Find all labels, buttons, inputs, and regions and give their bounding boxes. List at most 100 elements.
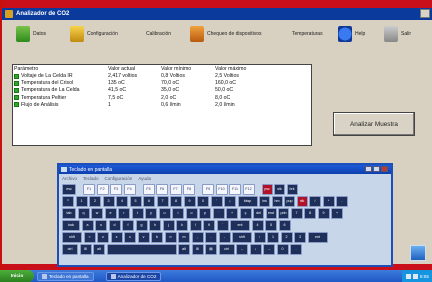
key[interactable]: →	[263, 244, 275, 255]
key[interactable]: 7	[156, 196, 169, 207]
taskbar-task[interactable]: Analizador de CO2	[105, 271, 162, 281]
key[interactable]: m	[178, 232, 190, 243]
key[interactable]: v	[137, 232, 150, 243]
key[interactable]: o	[185, 208, 198, 219]
key[interactable]: 0	[276, 244, 289, 255]
key[interactable]: 6	[278, 220, 291, 231]
key[interactable]: brk	[286, 184, 298, 195]
toolbar-datos-button[interactable]: Datos	[16, 24, 52, 44]
key[interactable]: 5	[265, 220, 277, 231]
key[interactable]: 6	[143, 196, 155, 207]
key[interactable]: 8	[170, 196, 182, 207]
key[interactable]: º	[62, 196, 74, 207]
key[interactable]: 2	[89, 196, 101, 207]
key[interactable]: shft	[232, 232, 252, 243]
key[interactable]: t	[131, 208, 144, 219]
key[interactable]: 8	[304, 208, 316, 219]
key[interactable]: F2	[96, 184, 109, 195]
key[interactable]: s	[95, 220, 107, 231]
key[interactable]: q	[77, 208, 90, 219]
key[interactable]: ⊞	[79, 244, 92, 255]
key[interactable]: 3	[294, 232, 306, 243]
key[interactable]: *	[322, 196, 335, 207]
key[interactable]: F3	[110, 184, 122, 195]
key[interactable]: 9	[317, 208, 330, 219]
key[interactable]: 5	[129, 196, 142, 207]
key[interactable]: F5	[142, 184, 155, 195]
key[interactable]: alt	[93, 244, 105, 255]
key[interactable]: shft	[62, 232, 82, 243]
key[interactable]: ▤	[205, 244, 217, 255]
key[interactable]: pup	[284, 196, 295, 207]
minimize-button[interactable]	[365, 166, 372, 172]
key[interactable]: psc	[261, 184, 273, 195]
key[interactable]: 1	[75, 196, 88, 207]
key[interactable]: end	[265, 208, 277, 219]
toolbar-chequeo-button[interactable]: Chequeo de dispositivos	[190, 24, 276, 44]
table-row[interactable]: Flujo de Análisis 1 0,6 l/min 2,0 l/min	[13, 101, 311, 108]
key[interactable]: ¡	[224, 196, 236, 207]
key[interactable]: 9	[183, 196, 196, 207]
key[interactable]: ins	[259, 196, 270, 207]
key[interactable]: e	[104, 208, 117, 219]
key[interactable]: ↓	[249, 244, 262, 255]
key[interactable]: x	[110, 232, 123, 243]
menu-archivo[interactable]: Archivo	[62, 176, 77, 181]
close-button[interactable]	[381, 166, 388, 172]
key[interactable]: F9	[202, 184, 214, 195]
key[interactable]: d	[108, 220, 121, 231]
key[interactable]: tab	[62, 208, 76, 219]
key[interactable]: 3	[102, 196, 115, 207]
key[interactable]: i	[172, 208, 184, 219]
key[interactable]: lock	[62, 220, 80, 231]
key[interactable]: 4	[251, 220, 264, 231]
key[interactable]: 0	[197, 196, 209, 207]
key[interactable]: pdn	[278, 208, 289, 219]
key[interactable]: <	[83, 232, 96, 243]
key[interactable]: F7	[169, 184, 182, 195]
table-row[interactable]: Temperatura del Crisol 135 oC 70,0 oC 16…	[13, 80, 311, 87]
key[interactable]: z	[97, 232, 109, 243]
close-window-button[interactable]	[420, 9, 430, 18]
key[interactable]: .	[205, 232, 217, 243]
table-row[interactable]: Temperatura Peltier 7,5 oC 2,0 oC 8,0 oC	[13, 94, 311, 101]
key[interactable]: 1	[267, 232, 279, 243]
key[interactable]: ent	[230, 220, 250, 231]
key[interactable]: -	[218, 232, 231, 243]
key[interactable]: `	[212, 208, 225, 219]
key[interactable]: 4	[116, 196, 128, 207]
key[interactable]: ,	[191, 232, 204, 243]
key[interactable]: ´	[216, 220, 229, 231]
key[interactable]	[106, 244, 177, 255]
start-button[interactable]: Inicio	[0, 270, 34, 282]
key[interactable]: l	[189, 220, 202, 231]
key[interactable]: k	[176, 220, 188, 231]
key[interactable]: ent	[307, 232, 328, 243]
key[interactable]: F6	[156, 184, 168, 195]
toolbar-temperaturas-button[interactable]: Temperaturas	[292, 24, 332, 44]
key[interactable]: n	[164, 232, 177, 243]
key[interactable]: .	[290, 244, 302, 255]
key[interactable]: 2	[280, 232, 293, 243]
key[interactable]: -	[336, 196, 348, 207]
key[interactable]: f	[122, 220, 134, 231]
key[interactable]: y	[145, 208, 157, 219]
toolbar-calibracion-button[interactable]: Calibración	[146, 24, 186, 44]
key[interactable]: u	[158, 208, 171, 219]
key[interactable]: del	[253, 208, 264, 219]
key[interactable]: ctrl	[218, 244, 235, 255]
toolbar-salir-button[interactable]: Salir	[384, 24, 414, 44]
toolbar-configuracion-button[interactable]: Configuración	[70, 24, 130, 44]
key[interactable]: F11	[229, 184, 241, 195]
window-titlebar[interactable]: Analizador de CO2	[2, 8, 432, 20]
menu-configuracion[interactable]: Configuración	[105, 176, 133, 181]
key[interactable]: a	[81, 220, 94, 231]
key[interactable]: g	[135, 220, 148, 231]
analyze-sample-button[interactable]: Analizar Muestra	[333, 112, 415, 136]
table-row[interactable]: Voltaje de La Celda IR 2,417 voltios 0,8…	[13, 73, 311, 80]
key[interactable]: F10	[215, 184, 228, 195]
key[interactable]: +	[331, 208, 343, 219]
key[interactable]: esc	[62, 184, 76, 195]
menu-ayuda[interactable]: Ayuda	[138, 176, 151, 181]
key[interactable]: 7	[290, 208, 303, 219]
